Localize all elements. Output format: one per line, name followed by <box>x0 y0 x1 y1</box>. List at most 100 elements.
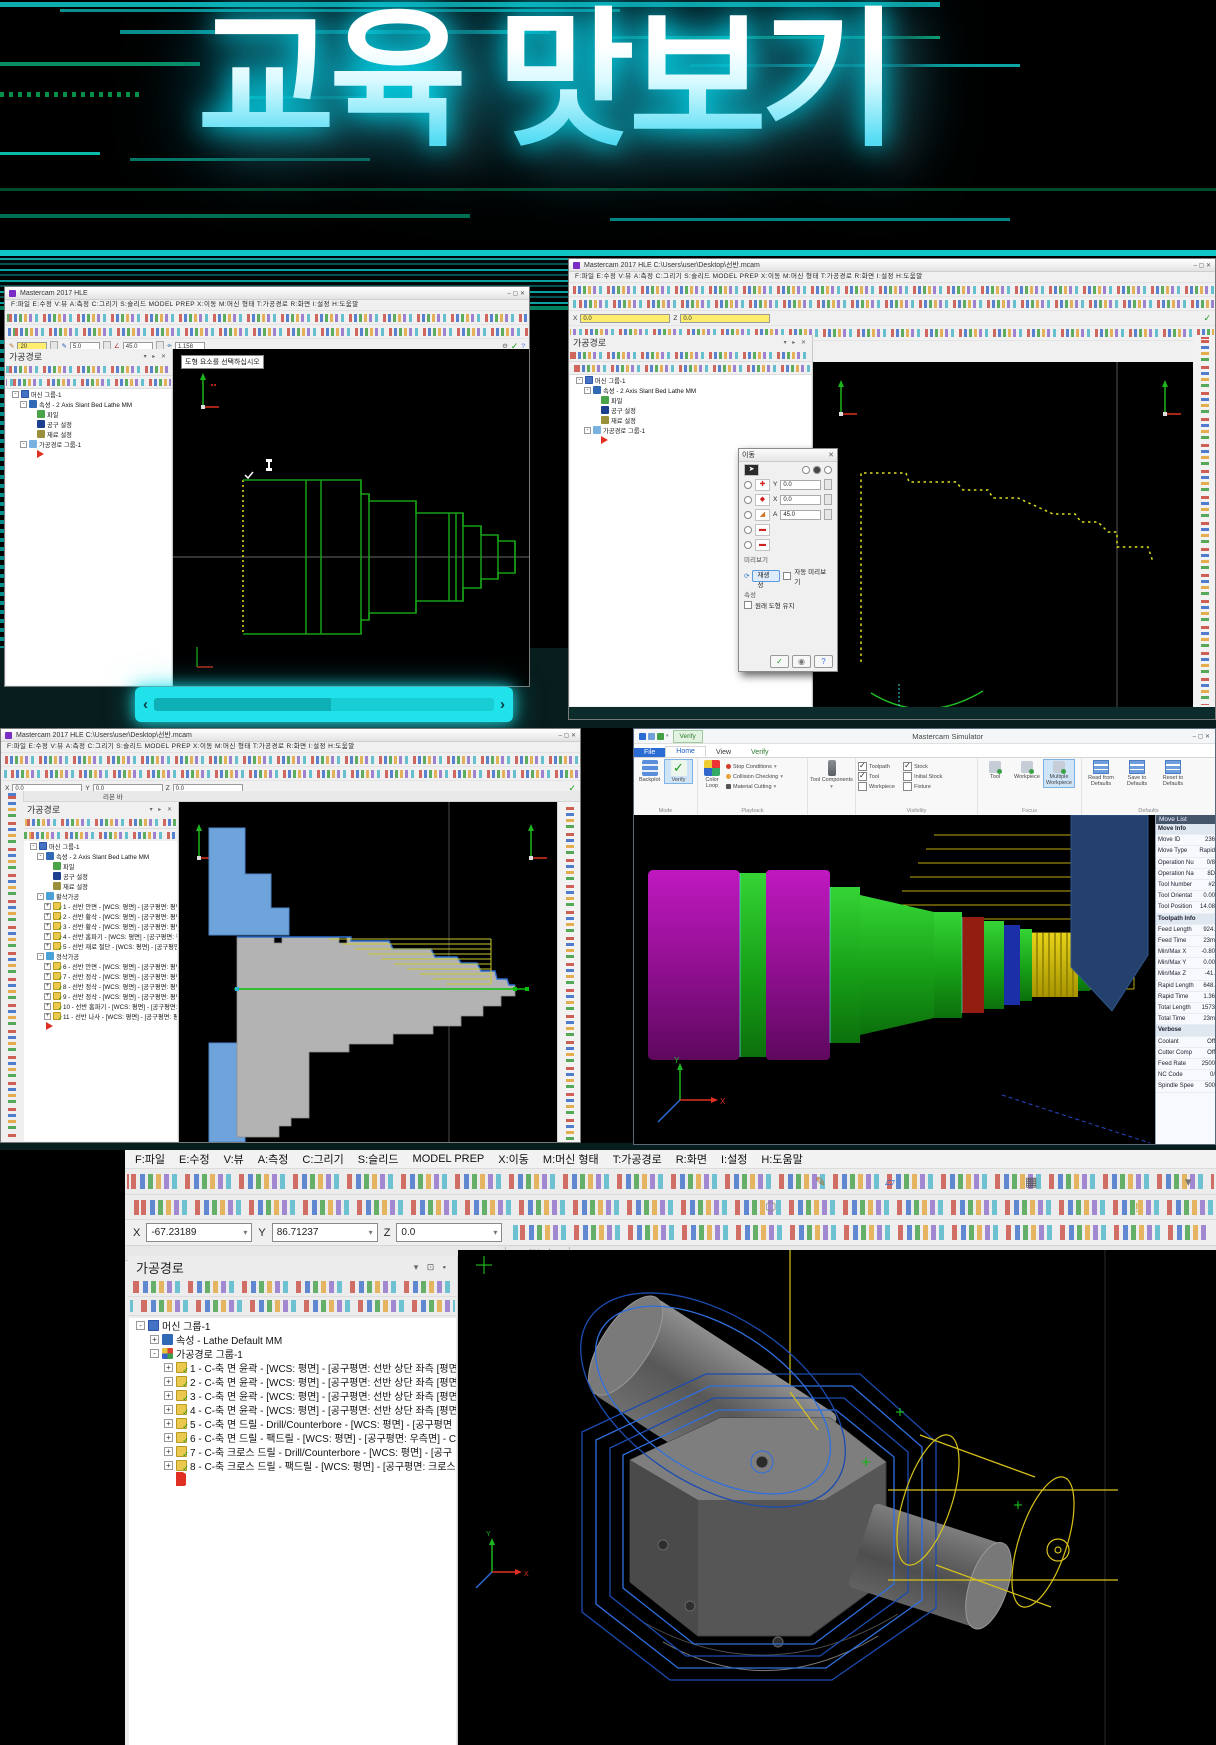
visibility-option[interactable]: Fixture <box>903 782 942 791</box>
graphics-viewport[interactable]: 도형 요소를 선택하십시오 <box>173 349 529 686</box>
tree-item[interactable]: - 머신 그룹-1 <box>570 375 811 385</box>
radio-between-points[interactable] <box>744 496 752 504</box>
tree-item[interactable]: + 4 - 선반 홈파기 - [WCS: 평면] - [공구평면: 평면] <box>24 931 177 941</box>
expand-toggle-icon[interactable]: - <box>584 427 591 434</box>
tree-item[interactable]: + 1 - C-축 면 윤곽 - [WCS: 평면] - [공구평면: 선반 상… <box>129 1360 456 1374</box>
verify-button[interactable]: Verify <box>665 760 692 783</box>
window-controls[interactable]: – ▢ ✕ <box>508 290 525 297</box>
y-field[interactable]: 0.0 <box>780 480 821 490</box>
move-list-row[interactable]: Operation Na 8D <box>1156 869 1216 880</box>
ribbon-bar-label[interactable]: 리본 바 <box>103 791 123 801</box>
menu-item[interactable]: A:측정 <box>258 1151 289 1167</box>
expand-toggle-icon[interactable]: + <box>164 1461 173 1470</box>
panel-toolbar[interactable] <box>569 349 812 362</box>
z-field[interactable]: 0.0 <box>680 314 770 323</box>
move-list-row[interactable]: Spindle Spee 500 <box>1156 1081 1216 1092</box>
ribbon-tab[interactable]: Home <box>665 746 706 757</box>
expand-toggle-icon[interactable]: + <box>164 1377 173 1386</box>
toolbar-row[interactable] <box>1 753 580 767</box>
tree-item[interactable]: - 황삭가공 <box>24 891 177 901</box>
side-toolbar[interactable] <box>557 802 581 1142</box>
expand-toggle-icon[interactable]: + <box>44 903 51 910</box>
panel-toolbar[interactable] <box>5 363 172 376</box>
expand-toggle-icon[interactable]: + <box>164 1405 173 1414</box>
expand-toggle-icon[interactable]: + <box>44 1013 51 1020</box>
tree-item[interactable]: + 7 - C-축 크로스 드릴 - Drill/Counterbore - [… <box>129 1444 456 1458</box>
expand-toggle-icon[interactable]: + <box>44 993 51 1000</box>
tree-item[interactable]: 재료 설정 <box>6 429 171 439</box>
expand-toggle-icon[interactable]: - <box>150 1349 159 1358</box>
chevron-right-icon[interactable]: › <box>500 697 505 712</box>
move-list-row[interactable]: Move Type Rapid <box>1156 846 1216 857</box>
graphics-viewport[interactable] <box>813 362 1193 707</box>
toolbar-row[interactable]: ⬡ ! <box>125 1195 1216 1220</box>
chevron-left-icon[interactable]: ‹ <box>143 697 148 712</box>
tree-item[interactable]: 재료 설정 <box>24 881 177 891</box>
move-list-row[interactable]: Feed Rate 2500 <box>1156 1059 1216 1070</box>
select-arrow-icon[interactable]: ➤ <box>744 464 759 476</box>
tree-item[interactable]: + 6 - 선반 안면 - [WCS: 평면] - [공구평면: 평면] <box>24 961 177 971</box>
tree-item[interactable]: 공구 설정 <box>6 419 171 429</box>
move-list-row[interactable]: Min/Max Y 0.00 <box>1156 958 1216 969</box>
expand-toggle-icon[interactable]: - <box>12 391 19 398</box>
radio-move[interactable] <box>802 466 810 474</box>
graphics-viewport[interactable]: Y X <box>458 1250 1216 1745</box>
stepper[interactable] <box>824 509 832 520</box>
x-field[interactable]: 0.0 <box>780 495 821 505</box>
tree-item[interactable]: + 2 - C-축 면 윤곽 - [WCS: 평면] - [공구평면: 선반 상… <box>129 1374 456 1388</box>
tree-item[interactable]: + 2 - 선반 황삭 - [WCS: 평면] - [공구평면: 평면] <box>24 911 177 921</box>
tree-item[interactable]: 파일 <box>6 409 171 419</box>
tree-item[interactable] <box>6 449 171 459</box>
menu-item[interactable]: H:도움말 <box>761 1151 802 1167</box>
window-titlebar[interactable]: Mastercam 2017 HLE – ▢ ✕ <box>5 287 529 300</box>
a-field[interactable]: 45.0 <box>780 510 821 520</box>
move-list-row[interactable]: Operation Nu 0/8 <box>1156 858 1216 869</box>
menu-item[interactable]: S:슬리드 <box>358 1151 399 1167</box>
tree-item[interactable]: - 가공경로 그룹-1 <box>129 1346 456 1360</box>
close-icon[interactable]: ✕ <box>828 451 834 459</box>
tree-item[interactable]: 파일 <box>24 861 177 871</box>
radio-option[interactable] <box>744 526 752 534</box>
defaults-button[interactable]: Save to Defaults <box>1120 760 1154 787</box>
chevron-down-icon[interactable]: ▾ <box>493 1224 497 1241</box>
defaults-button[interactable]: Reset to Defaults <box>1156 760 1190 787</box>
move-list-row[interactable]: NC Code 0/ <box>1156 1070 1216 1081</box>
chevron-down-icon[interactable]: ▾ <box>369 1224 373 1241</box>
tree-item[interactable] <box>570 435 811 445</box>
expand-toggle-icon[interactable]: - <box>37 953 44 960</box>
tree-item[interactable]: + 9 - 선반 정삭 - [WCS: 평면] - [공구평면: 평면] <box>24 991 177 1001</box>
menu-item[interactable]: V:뷰 <box>224 1151 244 1167</box>
panel-toolbar[interactable] <box>128 1278 457 1297</box>
docked-left-toolbar[interactable] <box>1 791 24 1142</box>
window-titlebar[interactable]: Mastercam 2017 HLE C:\Users\user\Desktop… <box>569 259 1215 272</box>
expand-toggle-icon[interactable]: + <box>164 1363 173 1372</box>
expand-toggle-icon[interactable]: - <box>37 853 44 860</box>
stepper[interactable] <box>824 479 832 490</box>
toolbar-row[interactable] <box>569 297 1215 311</box>
radio-join[interactable] <box>824 466 832 474</box>
expand-toggle-icon[interactable]: - <box>37 893 44 900</box>
move-list-row[interactable]: Min/Max X -0.80 <box>1156 947 1216 958</box>
expand-toggle-icon[interactable]: + <box>150 1335 159 1344</box>
focus-button[interactable]: Multiple Workpiece <box>1044 760 1074 787</box>
quick-access-toolbar[interactable]: ▾ <box>639 733 669 740</box>
tree-item[interactable]: + 5 - 선반 재료 절단 - [WCS: 평면] - [공구평면: 평면] <box>24 941 177 951</box>
context-tab-verify[interactable]: Verify <box>673 730 703 743</box>
move-list-row[interactable]: Move Info <box>1156 824 1216 835</box>
panel-toolbar[interactable] <box>23 816 178 829</box>
expand-toggle-icon[interactable]: - <box>136 1321 145 1330</box>
expand-toggle-icon[interactable]: + <box>44 983 51 990</box>
backplot-button[interactable]: Backplot <box>636 760 663 783</box>
panel-controls[interactable]: ▾ ⊡ ▪ <box>414 1262 449 1273</box>
menu-item[interactable]: F:파일 <box>135 1151 165 1167</box>
ok-check-icon[interactable]: ✓ <box>1203 313 1211 324</box>
menu-item[interactable]: E:수정 <box>179 1151 210 1167</box>
tree-item[interactable]: + 3 - 선반 황삭 - [WCS: 평면] - [공구평면: 평면] <box>24 921 177 931</box>
keep-original-checkbox[interactable] <box>744 601 752 609</box>
coordinate-bar[interactable]: X 0.0 Z 0.0 ✓ <box>569 311 1215 326</box>
x-field[interactable]: 0.0 <box>580 314 670 323</box>
ribbon-tab[interactable]: View <box>706 748 741 757</box>
menu-item[interactable]: I:설정 <box>721 1151 747 1167</box>
tree-item[interactable]: + 8 - 선반 정삭 - [WCS: 평면] - [공구평면: 평면] <box>24 981 177 991</box>
toolbar-icons[interactable] <box>510 1225 1206 1240</box>
